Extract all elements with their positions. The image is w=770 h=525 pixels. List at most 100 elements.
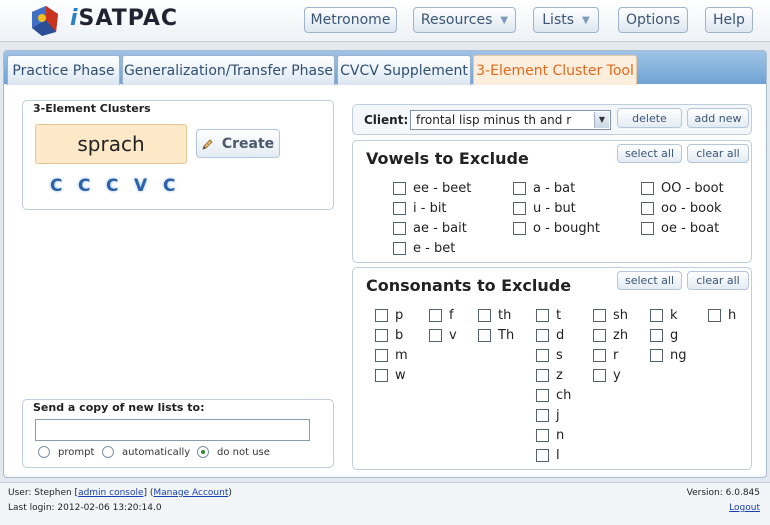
consonant-checkbox[interactable] xyxy=(593,369,606,382)
logo-icon xyxy=(28,4,62,38)
consonant-label: w xyxy=(395,368,406,383)
consonant-checkbox[interactable] xyxy=(429,329,442,342)
consonant-label: y xyxy=(613,368,621,383)
vowel-label: oo - book xyxy=(661,201,722,216)
version-text: Version: 6.0.845 xyxy=(686,488,760,498)
consonant-label: k xyxy=(670,308,678,323)
pattern-letter: C xyxy=(106,176,119,196)
consonant-checkbox[interactable] xyxy=(478,329,491,342)
radio-prompt[interactable] xyxy=(38,446,50,458)
consonants-title: Consonants to Exclude xyxy=(366,276,572,295)
consonant-checkbox[interactable] xyxy=(375,309,388,322)
send-copy-title: Send a copy of new lists to: xyxy=(33,401,205,414)
chevron-down-icon: ▼ xyxy=(594,112,609,128)
nav-help-button[interactable]: Help xyxy=(705,7,753,33)
nav-metronome-button[interactable]: Metronome xyxy=(304,7,397,33)
nav-resources-button[interactable]: Resources ▼ xyxy=(413,7,516,33)
vowel-label: oe - boat xyxy=(661,221,720,236)
manage-account-link[interactable]: Manage Account xyxy=(153,488,228,498)
radio-prompt-label: prompt xyxy=(58,447,95,458)
radio-automatically[interactable] xyxy=(102,446,114,458)
consonant-checkbox[interactable] xyxy=(593,349,606,362)
vowel-checkbox[interactable] xyxy=(393,242,406,255)
consonant-checkbox[interactable] xyxy=(478,309,491,322)
consonant-label: ch xyxy=(556,388,572,403)
create-button[interactable]: Create xyxy=(196,129,280,158)
vowel-checkbox[interactable] xyxy=(641,222,654,235)
tab-generalization-transfer-phase[interactable]: Generalization/Transfer Phase xyxy=(122,55,335,85)
radio-do-not-use[interactable] xyxy=(197,446,209,458)
radio-do-not-use-label: do not use xyxy=(217,447,270,458)
consonant-checkbox[interactable] xyxy=(650,349,663,362)
consonants-select-all-button[interactable]: select all xyxy=(617,271,682,290)
client-select[interactable]: frontal lisp minus th and r ▼ xyxy=(410,110,611,130)
pencil-icon xyxy=(202,138,214,150)
consonant-checkbox[interactable] xyxy=(650,309,663,322)
consonant-label: j xyxy=(556,408,560,423)
vowel-checkbox[interactable] xyxy=(393,182,406,195)
consonant-checkbox[interactable] xyxy=(536,449,549,462)
consonant-label: sh xyxy=(613,308,629,323)
consonant-label: ng xyxy=(670,348,687,363)
consonant-checkbox[interactable] xyxy=(375,329,388,342)
consonant-checkbox[interactable] xyxy=(536,389,549,402)
vowels-select-all-button[interactable]: select all xyxy=(617,144,682,163)
consonant-label: t xyxy=(556,308,562,323)
consonant-label: m xyxy=(395,348,408,363)
tab-3-element-cluster-tool[interactable]: 3-Element Cluster Tool xyxy=(473,55,637,86)
vowel-checkbox[interactable] xyxy=(393,202,406,215)
consonant-label: z xyxy=(556,368,563,383)
consonant-checkbox[interactable] xyxy=(708,309,721,322)
consonant-checkbox[interactable] xyxy=(650,329,663,342)
consonant-checkbox[interactable] xyxy=(536,409,549,422)
consonant-checkbox[interactable] xyxy=(536,349,549,362)
app-logo-text: iSATPAC xyxy=(70,6,178,31)
pattern-letter: C xyxy=(50,176,63,196)
consonant-checkbox[interactable] xyxy=(536,369,549,382)
add-client-button[interactable]: add new xyxy=(687,108,749,128)
vowel-checkbox[interactable] xyxy=(513,222,526,235)
vowels-clear-all-button[interactable]: clear all xyxy=(687,144,749,163)
vowel-label: e - bet xyxy=(413,241,456,256)
vowel-checkbox[interactable] xyxy=(393,222,406,235)
pattern-letter: C xyxy=(78,176,91,196)
vowel-checkbox[interactable] xyxy=(513,202,526,215)
consonant-label: g xyxy=(670,328,679,343)
vowel-label: OO - boot xyxy=(661,181,724,196)
nav-lists-button[interactable]: Lists ▼ xyxy=(533,7,599,33)
consonant-label: zh xyxy=(613,328,629,343)
radio-automatically-label: automatically xyxy=(122,447,191,458)
vowel-label: i - bit xyxy=(413,201,447,216)
vowel-checkbox[interactable] xyxy=(641,182,654,195)
consonant-checkbox[interactable] xyxy=(536,309,549,322)
consonant-label: h xyxy=(728,308,737,323)
consonant-checkbox[interactable] xyxy=(536,429,549,442)
cluster-panel-title: 3-Element Clusters xyxy=(33,102,151,115)
chevron-down-icon: ▼ xyxy=(500,14,509,26)
consonants-clear-all-button[interactable]: clear all xyxy=(687,271,749,290)
consonant-label: l xyxy=(556,448,560,463)
consonants-panel xyxy=(352,267,752,470)
logout-link[interactable]: Logout xyxy=(729,503,760,513)
consonant-checkbox[interactable] xyxy=(593,309,606,322)
vowel-label: o - bought xyxy=(533,221,600,236)
consonant-label: f xyxy=(449,308,454,323)
consonant-checkbox[interactable] xyxy=(536,329,549,342)
consonant-label: v xyxy=(449,328,457,343)
consonant-checkbox[interactable] xyxy=(375,349,388,362)
cluster-word-display: sprach xyxy=(35,124,187,164)
nav-options-button[interactable]: Options xyxy=(618,7,688,33)
admin-console-link[interactable]: admin console xyxy=(78,488,143,498)
vowels-title: Vowels to Exclude xyxy=(366,149,529,168)
delete-client-button[interactable]: delete xyxy=(617,108,682,128)
vowel-checkbox[interactable] xyxy=(641,202,654,215)
tab-cvcv-supplement[interactable]: CVCV Supplement xyxy=(337,55,471,85)
consonant-checkbox[interactable] xyxy=(593,329,606,342)
tab-practice-phase[interactable]: Practice Phase xyxy=(7,55,120,85)
consonant-checkbox[interactable] xyxy=(375,369,388,382)
email-field[interactable] xyxy=(35,419,310,441)
vowel-label: ee - beet xyxy=(413,181,472,196)
consonant-label: d xyxy=(556,328,565,343)
vowel-checkbox[interactable] xyxy=(513,182,526,195)
consonant-checkbox[interactable] xyxy=(429,309,442,322)
